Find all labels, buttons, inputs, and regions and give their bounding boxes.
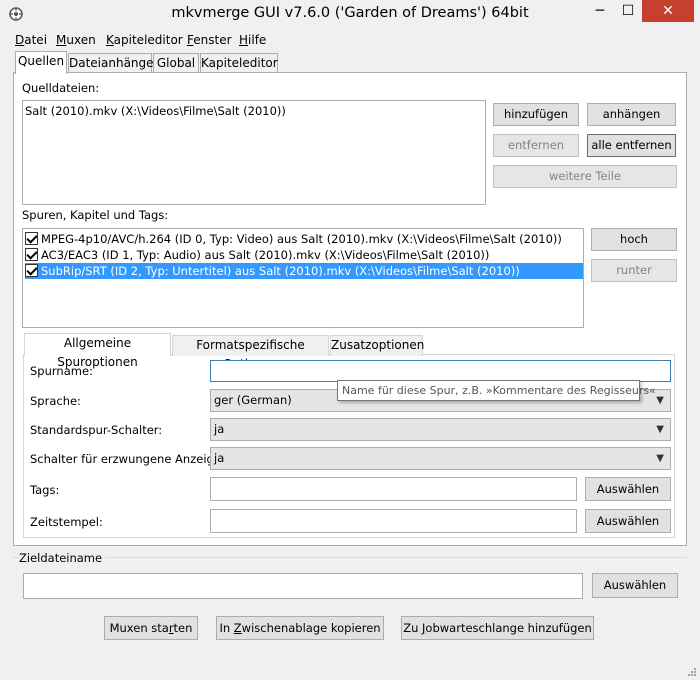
timestamps-input[interactable] <box>210 509 577 533</box>
tags-browse-button[interactable]: Auswählen <box>585 477 671 501</box>
forced-flag-select[interactable]: ja ▼ <box>210 447 671 470</box>
minimize-button[interactable]: ─ <box>586 0 614 22</box>
source-file-item[interactable]: Salt (2010).mkv (X:\Videos\Filme\Salt (2… <box>25 103 286 119</box>
remove-source-button[interactable]: entfernen <box>493 134 579 157</box>
output-filename-input[interactable] <box>23 573 583 599</box>
remove-all-sources-button[interactable]: alle entfernen <box>587 134 676 157</box>
track-item[interactable]: MPEG-4p10/AVC/h.264 (ID 0, Typ: Video) a… <box>25 231 562 247</box>
output-filename-label: Zieldateiname <box>19 551 106 565</box>
tab-format-specific-options[interactable]: Formatspezifische Optionen <box>172 335 329 371</box>
move-down-button[interactable]: runter <box>591 259 677 282</box>
tracks-label: Spuren, Kapitel und Tags: <box>22 208 169 222</box>
menu-datei[interactable]: Datei <box>15 33 47 47</box>
add-to-job-queue-button[interactable]: Zu Jobwarteschlange hinzufügen <box>401 616 594 640</box>
source-files-list[interactable]: Salt (2010).mkv (X:\Videos\Filme\Salt (2… <box>22 100 486 205</box>
tab-extra-options[interactable]: Zusatzoptionen <box>330 335 424 356</box>
chevron-down-icon: ▼ <box>656 453 664 464</box>
forced-flag-label: Schalter für erzwungene Anzeige: <box>30 452 225 466</box>
menu-muxen[interactable]: Muxen <box>56 33 96 47</box>
close-button[interactable]: ✕ <box>642 0 694 22</box>
add-source-button[interactable]: hinzufügen <box>493 103 579 126</box>
maximize-button[interactable]: ☐ <box>614 0 642 22</box>
tab-general-track-options[interactable]: Allgemeine Spuroptionen <box>24 333 171 369</box>
default-flag-label: Standardspur-Schalter: <box>30 423 163 437</box>
menu-bar: Datei Muxen Kapiteleditor Fenster Hilfe <box>0 31 700 50</box>
menu-fenster[interactable]: Fenster <box>187 33 232 47</box>
more-parts-button[interactable]: weitere Teile <box>493 165 677 188</box>
track-checkbox[interactable] <box>25 264 38 277</box>
chevron-down-icon: ▼ <box>656 395 664 406</box>
title-bar: mkvmerge GUI v7.6.0 ('Garden of Dreams')… <box>0 0 700 30</box>
track-name-input[interactable] <box>210 360 671 382</box>
source-files-label: Quelldateien: <box>22 81 100 95</box>
timestamps-browse-button[interactable]: Auswählen <box>585 509 671 533</box>
tags-input[interactable] <box>210 477 577 501</box>
start-mux-button[interactable]: Muxen starten <box>104 616 198 640</box>
chevron-down-icon: ▼ <box>656 424 664 435</box>
copy-to-clipboard-button[interactable]: In Zwischenablage kopieren <box>216 616 384 640</box>
track-item-selected[interactable]: SubRip/SRT (ID 2, Typ: Untertitel) aus S… <box>25 263 583 279</box>
default-flag-select[interactable]: ja ▼ <box>210 418 671 441</box>
tab-quellen[interactable]: Quellen <box>15 51 67 74</box>
menu-kapiteleditor[interactable]: Kapiteleditor <box>106 33 183 47</box>
tab-dateianhaenge[interactable]: Dateianhänge <box>68 53 154 74</box>
track-checkbox[interactable] <box>25 248 38 261</box>
tracks-list[interactable]: MPEG-4p10/AVC/h.264 (ID 0, Typ: Video) a… <box>22 228 584 328</box>
menu-hilfe[interactable]: Hilfe <box>239 33 266 47</box>
track-checkbox[interactable] <box>25 232 38 245</box>
move-up-button[interactable]: hoch <box>591 228 677 251</box>
resize-grip-icon[interactable] <box>686 666 698 678</box>
output-browse-button[interactable]: Auswählen <box>592 573 678 598</box>
track-name-tooltip: Name für diese Spur, z.B. »Kommentare de… <box>337 380 656 401</box>
timestamps-label: Zeitstempel: <box>30 515 103 529</box>
tab-global[interactable]: Global <box>153 53 199 74</box>
tags-label: Tags: <box>30 483 60 497</box>
language-label: Sprache: <box>30 394 81 408</box>
track-item[interactable]: AC3/EAC3 (ID 1, Typ: Audio) aus Salt (20… <box>25 247 489 263</box>
tab-kapiteleditor[interactable]: Kapiteleditor <box>200 53 278 74</box>
append-source-button[interactable]: anhängen <box>587 103 676 126</box>
